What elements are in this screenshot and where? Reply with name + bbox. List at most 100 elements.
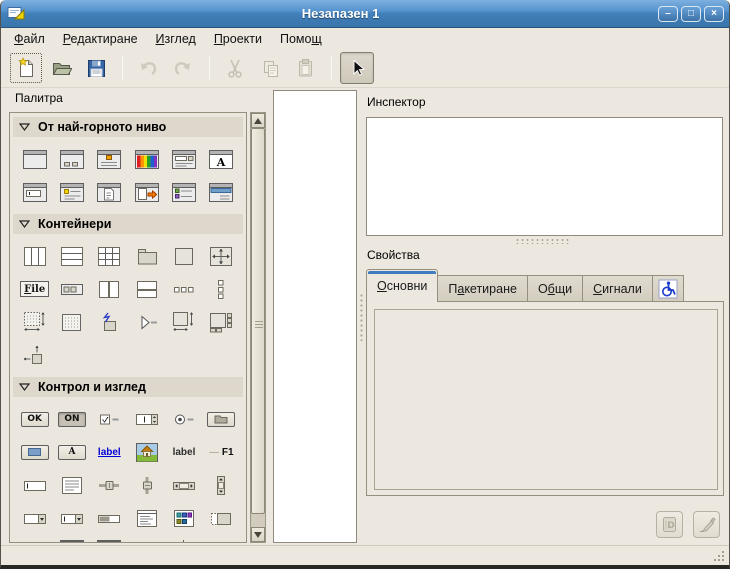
palette-item-toolbar[interactable] [53,278,90,300]
palette-item-vbox[interactable] [53,245,90,267]
palette-item-accel-label[interactable]: — F1 [203,441,240,463]
menu-view[interactable]: Изглед [147,30,205,48]
right-panel: Инспектор Свойства Основни Пакетиране Об… [365,88,726,545]
selector-button[interactable] [340,52,374,84]
palette-item-icon-view[interactable] [165,507,202,529]
horizontal-pane-handle[interactable] [515,238,571,244]
tab-general[interactable]: Основни [366,269,438,302]
save-project-button[interactable] [79,52,113,84]
undo-button [131,52,165,84]
clipped-palette-item[interactable] [183,540,184,543]
palette-item-link-button[interactable]: label [91,441,128,463]
menu-file[interactable]: Файл [5,30,54,48]
palette-item-vscale[interactable] [128,474,165,496]
inspector-tree[interactable] [366,117,723,236]
open-project-button[interactable] [44,52,78,84]
properties-empty-frame [374,309,718,490]
design-canvas[interactable] [273,90,357,543]
palette-item-button[interactable]: OK [16,408,53,430]
palette-item-vbutton-box[interactable] [203,278,240,300]
palette-item-vscrollbar[interactable] [203,474,240,496]
palette-item-hscale[interactable] [91,474,128,496]
palette-item-hbutton-box[interactable] [165,278,202,300]
arrow-up-icon [254,118,262,124]
palette-item-font-selection-dialog[interactable]: A [203,148,240,170]
wheelchair-icon [658,279,678,299]
palette-item-fixed[interactable] [203,245,240,267]
palette-item-tree-view[interactable] [128,507,165,529]
palette-item-hbox[interactable] [16,245,53,267]
resize-grip[interactable] [712,549,725,562]
palette-row [16,507,240,529]
palette-item-color-selection-dialog[interactable] [128,148,165,170]
palette-item-handle-box[interactable] [91,311,128,333]
tab-packing[interactable]: Пакетиране [438,275,528,302]
menu-help[interactable]: Помощ [271,30,331,48]
palette-item-entry[interactable] [16,474,53,496]
palette-item-cell-view[interactable] [203,507,240,529]
palette-row [16,245,240,267]
menu-edit[interactable]: Редактиране [54,30,147,48]
palette-item-viewport[interactable] [203,311,240,333]
statusbar [1,545,729,565]
palette-section-toplevels[interactable]: От най-горното ниво [13,117,243,137]
palette-item-alignment[interactable] [16,344,53,366]
tab-common[interactable]: Общи [528,275,583,302]
clipped-palette-item[interactable] [60,540,84,543]
palette-item-hscrollbar[interactable] [165,474,202,496]
palette-item-toggle-button[interactable]: ON [53,408,90,430]
clipped-palette-item[interactable] [97,540,121,543]
palette-item-about-dialog[interactable] [91,181,128,203]
palette-item-font-button[interactable]: A [53,441,90,463]
palette-item-combo-box-entry[interactable] [53,507,90,529]
palette-item-hpaned[interactable] [91,278,128,300]
palette-item-assistant[interactable] [128,181,165,203]
palette-item-layout[interactable] [16,311,53,333]
palette-section-controls[interactable]: Контрол и изглед [13,377,243,397]
palette-item-combo-box[interactable] [16,507,53,529]
maximize-button[interactable]: □ [681,6,701,22]
close-button[interactable]: × [704,6,724,22]
palette-item-file-chooser-dialog[interactable] [165,148,202,170]
palette-item-message-dialog[interactable] [91,148,128,170]
palette-item-image[interactable] [128,441,165,463]
palette-item-recent-chooser-dialog[interactable] [53,181,90,203]
scrollbar-thumb[interactable] [251,128,265,514]
scroll-up-button[interactable] [251,113,265,128]
palette-item-scrolled-window[interactable] [165,311,202,333]
palette-item-window[interactable] [16,148,53,170]
minimize-button[interactable]: – [658,6,678,22]
tab-signals[interactable]: Сигнали [583,275,653,302]
palette-scrollbar[interactable] [250,112,266,543]
new-project-button[interactable] [9,52,43,84]
palette-item-input-dialog[interactable] [16,181,53,203]
palette-item-check-button[interactable] [91,408,128,430]
vertical-pane-handle[interactable] [359,293,364,341]
palette-item-text-view[interactable] [53,474,90,496]
palette-item-label[interactable]: label [165,441,202,463]
palette-item-frame[interactable] [165,245,202,267]
palette-item-list-dialog[interactable] [203,181,240,203]
titlebar[interactable]: Незапазен 1 – □ × [1,0,729,28]
palette-item-file-chooser-button[interactable] [203,408,240,430]
palette-item-radio-button[interactable] [165,408,202,430]
palette-item-file-chooser-widget[interactable] [165,181,202,203]
palette-row: A label label — F1 [16,441,240,463]
palette-item-spin-button[interactable] [128,408,165,430]
svg-text:A: A [216,156,226,169]
palette-row [16,344,240,366]
palette-item-table[interactable] [91,245,128,267]
palette-item-color-button[interactable] [16,441,53,463]
expander-open-icon [19,123,30,131]
palette-item-menu-bar[interactable]: File [16,278,53,300]
palette-item-notebook[interactable] [128,245,165,267]
palette-item-progress-bar[interactable] [91,507,128,529]
palette-item-expander[interactable] [128,311,165,333]
palette-section-containers[interactable]: Контейнери [13,214,243,234]
palette-item-dialog[interactable] [53,148,90,170]
menu-projects[interactable]: Проекти [205,30,271,48]
palette-item-drawing-area[interactable] [53,311,90,333]
tab-accessibility[interactable] [653,275,684,302]
scroll-down-button[interactable] [251,527,265,542]
palette-item-vpaned[interactable] [128,278,165,300]
